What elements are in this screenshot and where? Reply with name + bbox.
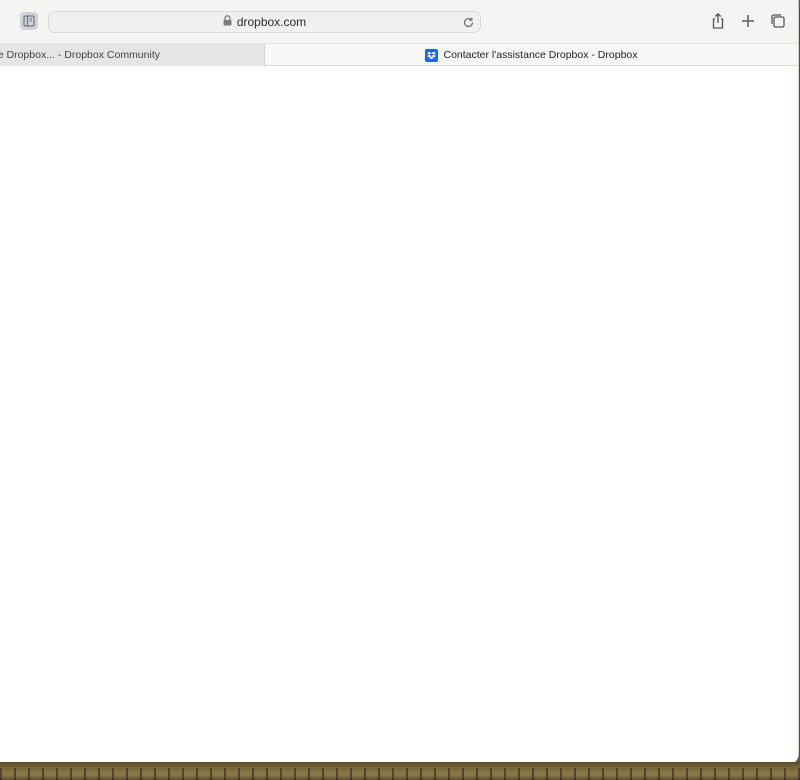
lock-icon [223, 13, 232, 31]
tab-label: Contacter l'assistance Dropbox - Dropbox [443, 49, 638, 61]
tab-overview-icon[interactable] [769, 12, 787, 30]
dropbox-icon [425, 48, 439, 62]
address-url: dropbox.com [236, 15, 307, 29]
page-content [0, 66, 798, 764]
browser-window: dropbox.com nce Dropbox... - Dropbox Com… [0, 0, 799, 764]
wallpaper-vineyard [0, 768, 800, 780]
tab-contacter-assistance[interactable]: Contacter l'assistance Dropbox - Dropbox [265, 44, 798, 66]
tab-label: nce Dropbox... - Dropbox Community [0, 49, 160, 61]
sidebar-icon[interactable] [20, 12, 38, 30]
plus-icon[interactable] [739, 12, 757, 30]
tab-dropbox-community[interactable]: nce Dropbox... - Dropbox Community [0, 44, 265, 66]
reload-icon[interactable] [462, 16, 475, 29]
tab-bar: nce Dropbox... - Dropbox Community Conta… [0, 43, 798, 66]
share-icon[interactable] [709, 12, 727, 30]
browser-toolbar: dropbox.com [0, 0, 798, 43]
address-bar[interactable]: dropbox.com [48, 11, 481, 33]
